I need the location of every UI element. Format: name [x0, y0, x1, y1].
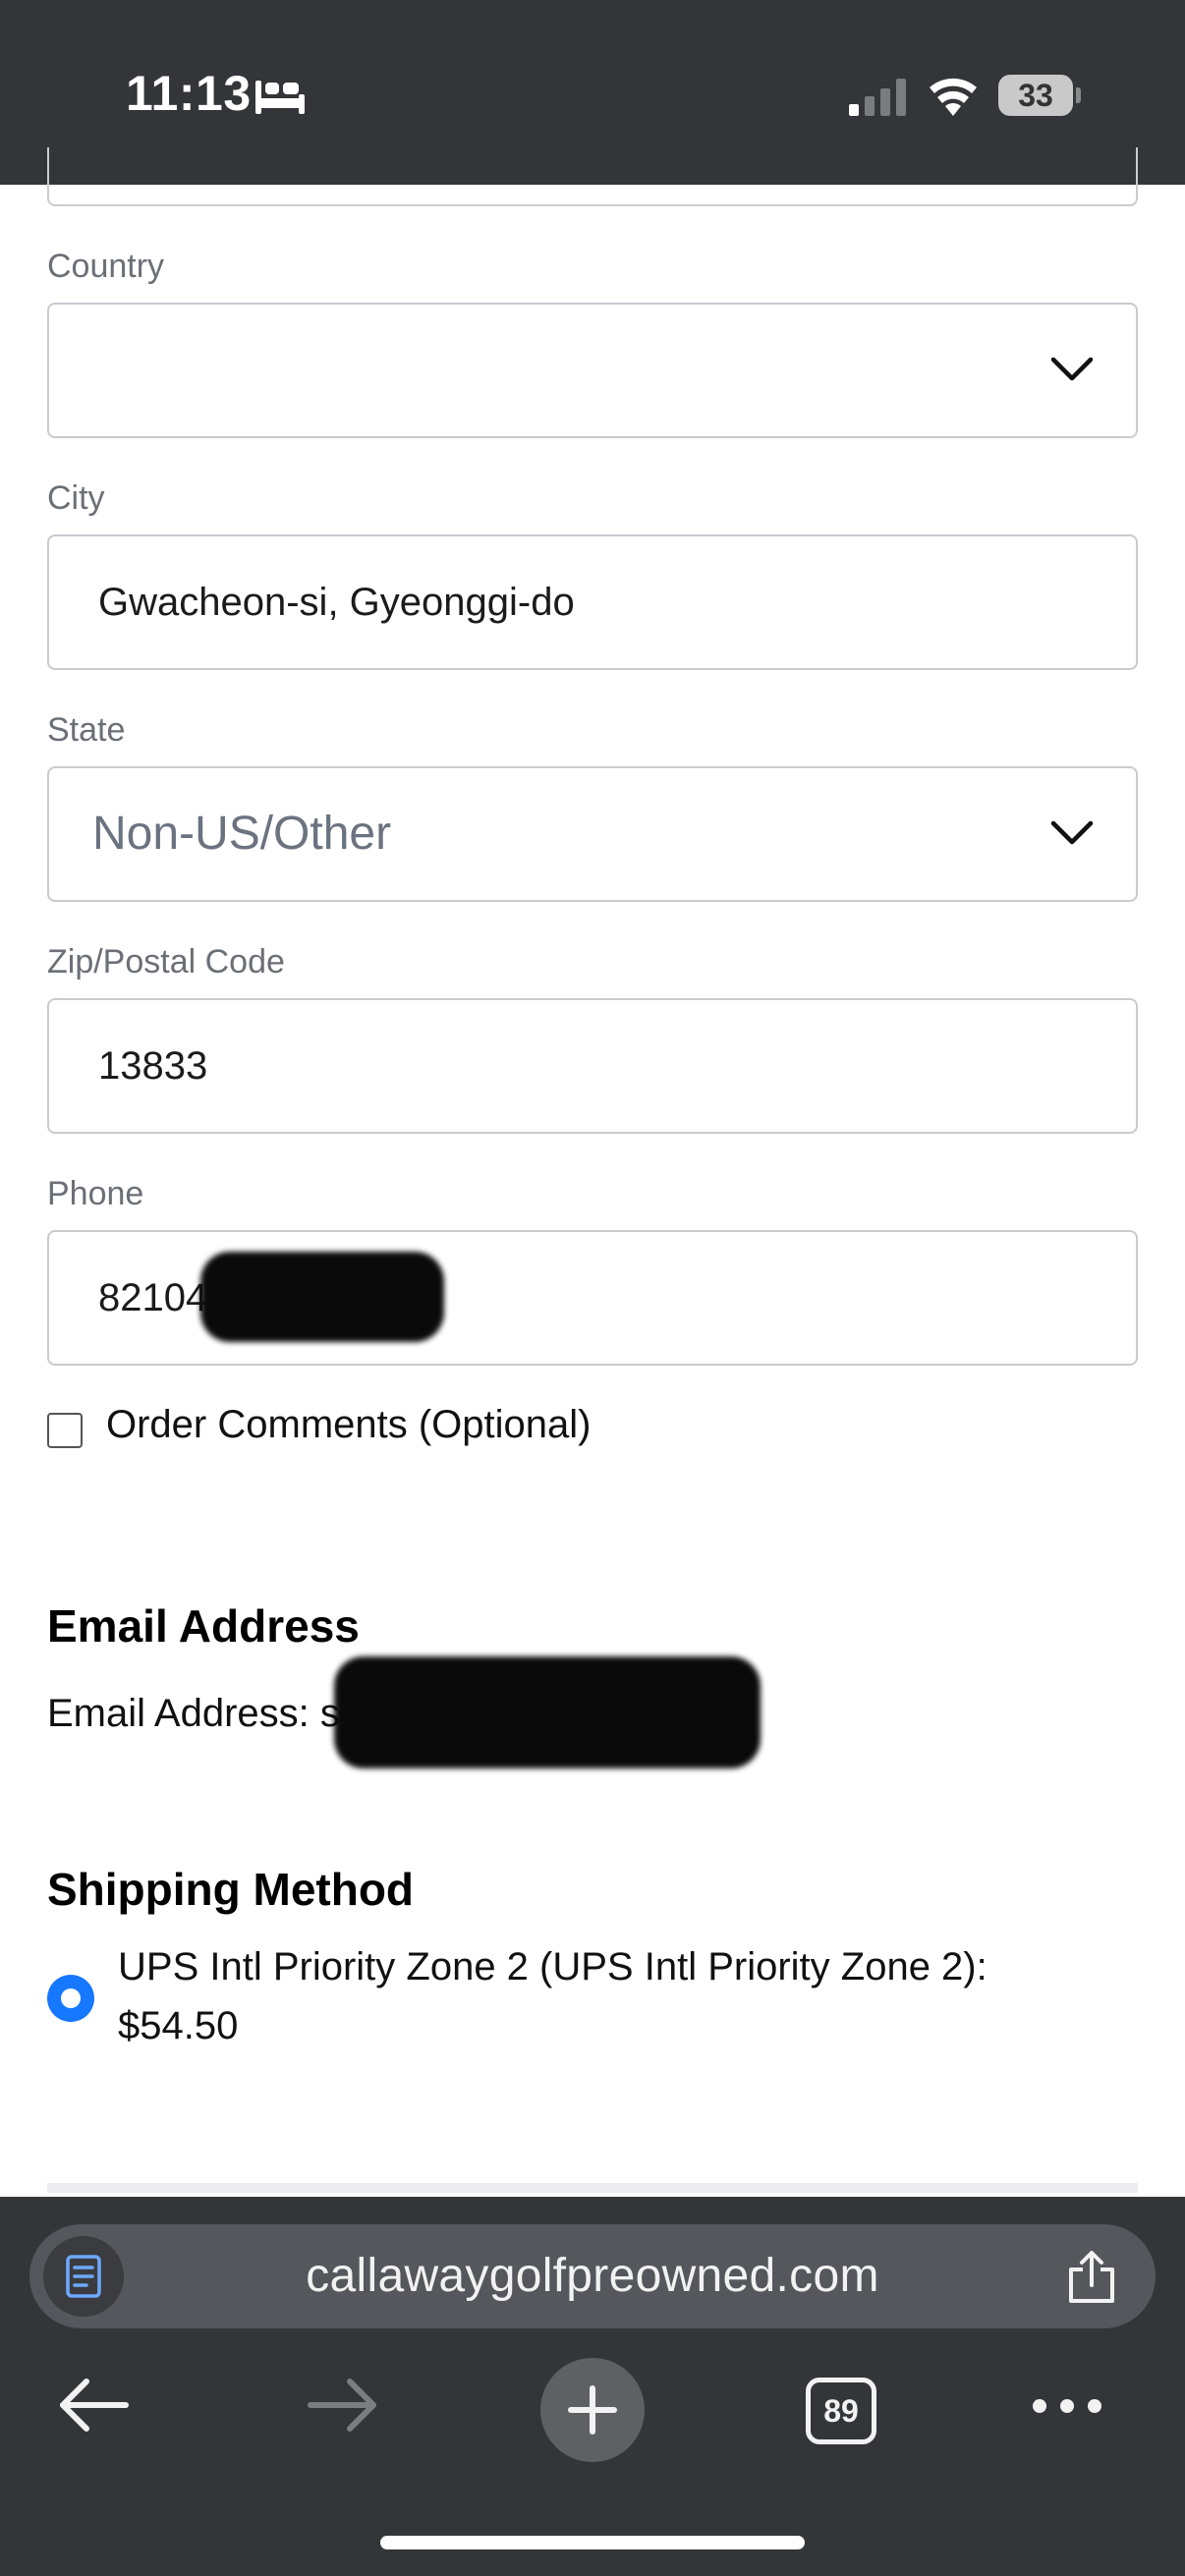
country-select[interactable] — [47, 303, 1138, 438]
order-comments-checkbox[interactable] — [47, 1413, 83, 1448]
url-text[interactable]: callawaygolfpreowned.com — [29, 2224, 1156, 2328]
battery-nub — [1076, 87, 1081, 103]
state-placeholder: Non-US/Other — [92, 808, 392, 860]
shipping-option-radio[interactable] — [47, 1975, 94, 2022]
previous-field[interactable] — [47, 147, 1138, 206]
section-divider — [47, 2183, 1138, 2193]
status-time: 11:13 — [126, 66, 252, 121]
shipping-option-label[interactable]: UPS Intl Priority Zone 2 (UPS Intl Prior… — [118, 1937, 1081, 2055]
battery-level: 33 — [998, 75, 1073, 116]
city-input[interactable]: Gwacheon-si, Gyeonggi-do — [47, 534, 1138, 670]
redaction-mark — [334, 1656, 761, 1768]
plus-icon — [568, 2385, 617, 2435]
share-icon[interactable] — [1067, 2250, 1116, 2305]
zip-input[interactable]: 13833 — [47, 998, 1138, 1134]
new-tab-button[interactable] — [540, 2358, 645, 2462]
zip-value: 13833 — [98, 1044, 208, 1088]
phone-input[interactable]: 821049030522 — [47, 1230, 1138, 1366]
state-select[interactable]: Non-US/Other — [47, 766, 1138, 902]
home-indicator[interactable] — [380, 2536, 805, 2549]
cellular-signal-icon — [849, 79, 906, 116]
redaction-mark — [200, 1252, 444, 1342]
address-bar[interactable]: callawaygolfpreowned.com — [29, 2224, 1156, 2328]
forward-arrow-icon[interactable] — [305, 2376, 379, 2435]
chevron-down-icon — [1050, 820, 1094, 845]
radio-selected-dot — [61, 1988, 81, 2008]
more-menu-icon[interactable] — [1032, 2395, 1102, 2417]
sleep-focus-icon — [255, 81, 305, 114]
email-section-title: Email Address — [47, 1600, 360, 1652]
country-label: Country — [47, 248, 165, 285]
phone-label: Phone — [47, 1175, 144, 1212]
wifi-icon — [930, 78, 977, 116]
chevron-down-icon — [1050, 357, 1094, 381]
battery-indicator: 33 — [998, 75, 1081, 116]
zip-label: Zip/Postal Code — [47, 943, 285, 980]
city-label: City — [47, 479, 105, 517]
back-arrow-icon[interactable] — [57, 2376, 132, 2435]
city-value: Gwacheon-si, Gyeonggi-do — [98, 581, 575, 624]
tab-switcher-button[interactable]: 89 — [806, 2378, 876, 2444]
shipping-section-title: Shipping Method — [47, 1864, 415, 1915]
order-comments-label[interactable]: Order Comments (Optional) — [106, 1403, 591, 1447]
state-label: State — [47, 711, 126, 749]
